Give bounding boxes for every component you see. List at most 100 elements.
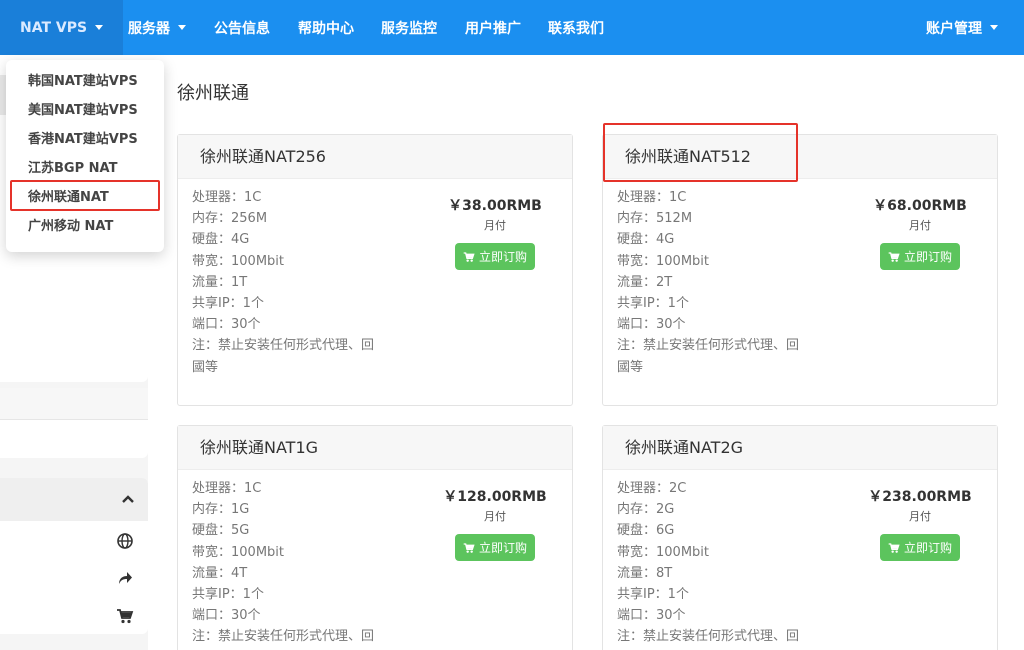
sidebar-panel-collapse-header[interactable] xyxy=(0,478,148,521)
product-price: ￥68.00RMB xyxy=(873,198,967,214)
spec-cpu: 处理器：1C xyxy=(192,190,262,205)
product-card: 徐州联通NAT2G 处理器：2C 内存：2G 硬盘：6G 带宽：100Mbit … xyxy=(602,425,998,650)
sidebar-panel-header xyxy=(0,388,148,420)
spec-cpu: 处理器：1C xyxy=(192,481,262,496)
sidebar-panel-bottom xyxy=(0,478,148,634)
dropdown-item-jiangsu-bgp-nat[interactable]: 江苏BGP NAT xyxy=(6,154,164,183)
nav-announcements[interactable]: 公告信息 xyxy=(214,0,270,55)
chevron-down-icon xyxy=(95,25,104,30)
nav-referral[interactable]: 用户推广 xyxy=(465,0,521,55)
spec-ports: 端口：30个 xyxy=(617,317,686,333)
spec-note: 注：禁止安装任何形式代理、回 xyxy=(617,338,800,354)
nav-account-label: 账户管理 xyxy=(926,20,982,37)
spec-ports: 端口：30个 xyxy=(617,608,686,624)
product-price: ￥238.00RMB xyxy=(868,489,972,505)
spec-memory: 内存：512M xyxy=(617,211,693,227)
nav-account[interactable]: 账户管理 xyxy=(926,0,1024,55)
spec-note: 注：禁止安装任何形式代理、回 xyxy=(617,629,800,645)
nav-help[interactable]: 帮助中心 xyxy=(298,0,354,55)
product-title: 徐州联通NAT1G xyxy=(178,426,572,470)
spec-shared-ip: 共享IP：1个 xyxy=(617,587,689,603)
spec-traffic: 流量：8T xyxy=(617,565,673,581)
order-now-button[interactable]: 立即订购 xyxy=(879,534,960,561)
dropdown-item-korea-nat[interactable]: 韩国NAT建站VPS xyxy=(6,67,164,96)
dropdown-item-usa-nat[interactable]: 美国NAT建站VPS xyxy=(6,96,164,125)
spec-disk: 硬盘：6G xyxy=(617,523,675,539)
order-now-button[interactable]: 立即订购 xyxy=(454,243,535,270)
billing-cycle: 月付 xyxy=(909,510,931,523)
billing-cycle: 月付 xyxy=(484,219,506,232)
spec-bandwidth: 带宽：100Mbit xyxy=(617,544,709,560)
product-specs: 处理器：1C 内存：256M 硬盘：4G 带宽：100Mbit 流量：1T 共享… xyxy=(192,187,404,378)
cart-icon xyxy=(463,252,475,262)
spec-note: 注：禁止安装任何形式代理、回 xyxy=(192,338,375,354)
cart-icon[interactable] xyxy=(116,607,134,625)
nav-monitor[interactable]: 服务监控 xyxy=(381,0,437,55)
billing-cycle: 月付 xyxy=(484,510,506,523)
nav-brand-nat-vps[interactable]: NAT VPS xyxy=(0,0,124,55)
spec-memory: 内存：256M xyxy=(192,211,268,227)
product-specs: 处理器：1C 内存：1G 硬盘：5G 带宽：100Mbit 流量：4T 共享IP… xyxy=(192,478,404,648)
price-block: ￥128.00RMB 月付 立即订购 xyxy=(428,486,562,561)
spec-disk: 硬盘：4G xyxy=(192,232,250,248)
order-now-label: 立即订购 xyxy=(903,250,952,264)
spec-note: 注：禁止安装任何形式代理、回 xyxy=(192,629,375,645)
nat-vps-dropdown-menu: 韩国NAT建站VPS 美国NAT建站VPS 香港NAT建站VPS 江苏BGP N… xyxy=(6,60,164,252)
spec-memory: 内存：2G xyxy=(617,502,675,518)
product-price: ￥128.00RMB xyxy=(443,489,547,505)
spec-bandwidth: 带宽：100Mbit xyxy=(192,544,284,560)
spec-traffic: 流量：4T xyxy=(192,565,248,581)
spec-note-cont: 國等 xyxy=(192,359,219,375)
annotation-highlight-box xyxy=(603,123,798,182)
top-navbar: NAT VPS 服务器 公告信息 帮助中心 服务监控 用户推广 联系我们 账户管… xyxy=(0,0,1024,55)
sidebar-panel-middle xyxy=(0,388,148,458)
nav-brand-label: NAT VPS xyxy=(20,19,88,36)
dropdown-item-guangzhou-mobile-nat[interactable]: 广州移动 NAT xyxy=(6,212,164,241)
order-now-label: 立即订购 xyxy=(903,541,952,555)
price-block: ￥38.00RMB 月付 立即订购 xyxy=(428,195,562,270)
chevron-down-icon xyxy=(990,25,998,30)
price-block: ￥238.00RMB 月付 立即订购 xyxy=(853,486,987,561)
spec-traffic: 流量：1T xyxy=(192,274,248,290)
spec-shared-ip: 共享IP：1个 xyxy=(617,296,689,312)
chevron-down-icon xyxy=(178,25,186,30)
price-block: ￥68.00RMB 月付 立即订购 xyxy=(853,195,987,270)
product-specs: 处理器：1C 内存：512M 硬盘：4G 带宽：100Mbit 流量：2T 共享… xyxy=(617,187,829,378)
spec-shared-ip: 共享IP：1个 xyxy=(192,587,264,603)
spec-memory: 内存：1G xyxy=(192,502,250,518)
cart-icon xyxy=(463,543,475,553)
chevron-up-icon[interactable] xyxy=(121,494,135,504)
share-icon[interactable] xyxy=(116,569,134,587)
nav-servers-label: 服务器 xyxy=(128,20,170,37)
globe-icon[interactable] xyxy=(116,532,134,550)
spec-bandwidth: 带宽：100Mbit xyxy=(192,253,284,269)
spec-ports: 端口：30个 xyxy=(192,608,261,624)
cart-icon xyxy=(888,543,900,553)
nav-contact[interactable]: 联系我们 xyxy=(548,0,604,55)
order-now-label: 立即订购 xyxy=(478,250,527,264)
spec-ports: 端口：30个 xyxy=(192,317,261,333)
product-card: 徐州联通NAT256 处理器：1C 内存：256M 硬盘：4G 带宽：100Mb… xyxy=(177,134,573,406)
spec-cpu: 处理器：1C xyxy=(617,190,687,205)
spec-traffic: 流量：2T xyxy=(617,274,673,290)
nav-servers[interactable]: 服务器 xyxy=(128,0,186,55)
spec-disk: 硬盘：5G xyxy=(192,523,250,539)
spec-note-cont: 國等 xyxy=(617,359,644,375)
cart-icon xyxy=(888,252,900,262)
page-title: 徐州联通 xyxy=(177,83,249,104)
spec-bandwidth: 带宽：100Mbit xyxy=(617,253,709,269)
product-specs: 处理器：2C 内存：2G 硬盘：6G 带宽：100Mbit 流量：8T 共享IP… xyxy=(617,478,829,648)
product-title: 徐州联通NAT256 xyxy=(178,135,572,179)
order-now-button[interactable]: 立即订购 xyxy=(454,534,535,561)
spec-shared-ip: 共享IP：1个 xyxy=(192,296,264,312)
order-now-label: 立即订购 xyxy=(478,541,527,555)
billing-cycle: 月付 xyxy=(909,219,931,232)
product-title: 徐州联通NAT2G xyxy=(603,426,997,470)
order-now-button[interactable]: 立即订购 xyxy=(879,243,960,270)
dropdown-item-hongkong-nat[interactable]: 香港NAT建站VPS xyxy=(6,125,164,154)
spec-cpu: 处理器：2C xyxy=(617,481,687,496)
product-card: 徐州联通NAT1G 处理器：1C 内存：1G 硬盘：5G 带宽：100Mbit … xyxy=(177,425,573,650)
spec-disk: 硬盘：4G xyxy=(617,232,675,248)
annotation-highlight-box xyxy=(10,180,160,211)
product-price: ￥38.00RMB xyxy=(448,198,542,214)
